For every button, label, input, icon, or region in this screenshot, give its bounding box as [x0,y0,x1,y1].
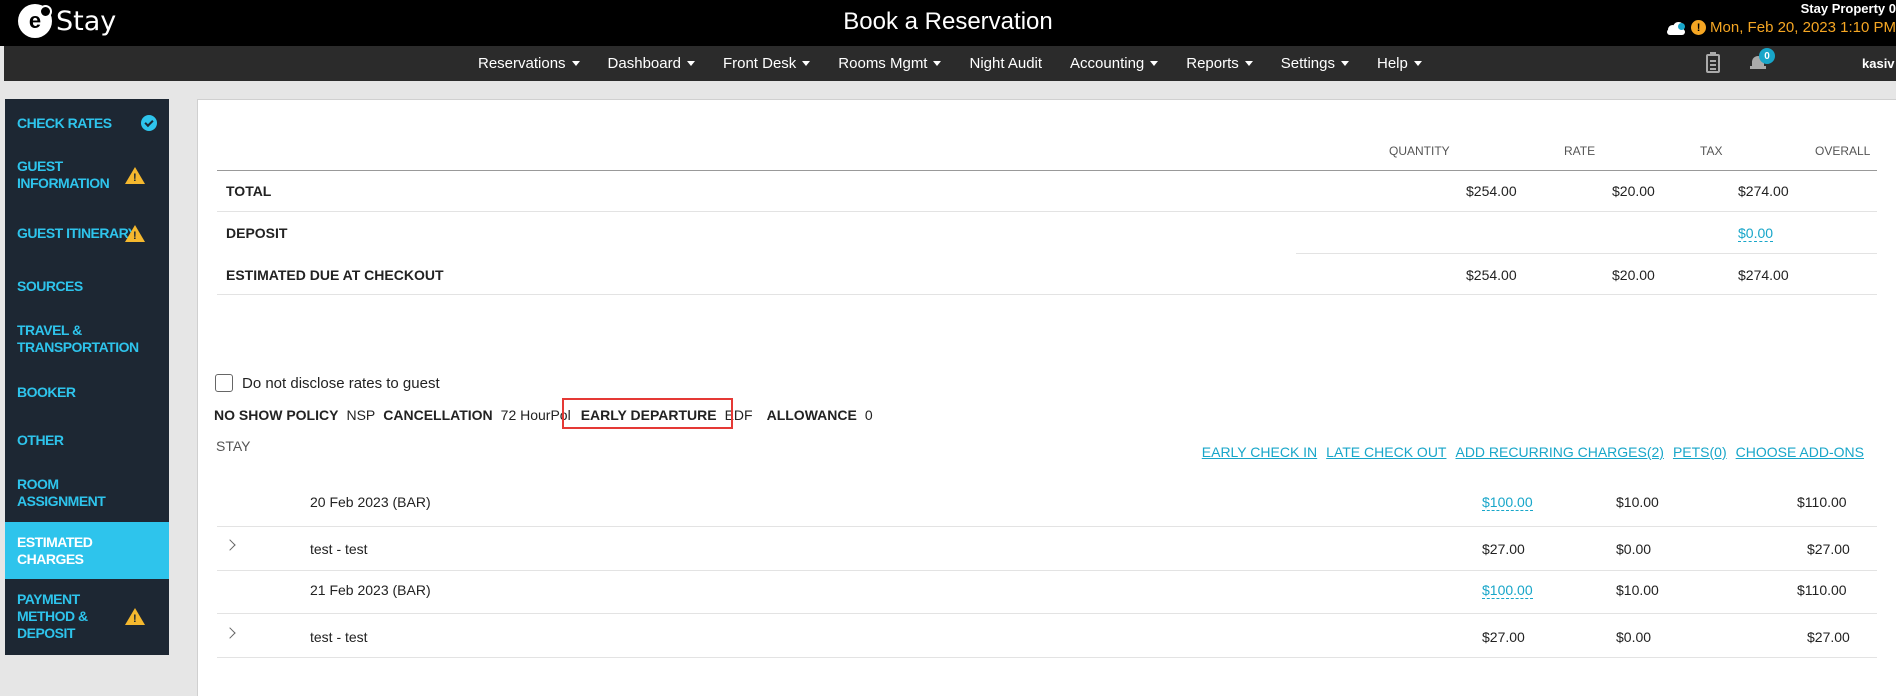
nav-reservations[interactable]: Reservations [478,55,580,72]
column-header-overall: OVERALL [1815,144,1871,158]
caret-down-icon [571,61,580,66]
warning-icon [125,607,145,628]
stay-row-total: $110.00 [1797,582,1847,598]
stay-row-tax: $10.00 [1616,494,1659,510]
disclose-rates-checkbox[interactable] [215,374,233,392]
warning-icon [125,224,145,245]
caret-down-icon [1150,61,1159,66]
caret-down-icon [686,61,695,66]
row-divider [217,294,1877,295]
choose-add-ons-link[interactable]: CHOOSE ADD-ONS [1736,444,1864,460]
stay-row-rate-link[interactable]: $100.00 [1482,494,1533,511]
early-check-in-link[interactable]: EARLY CHECK IN [1202,444,1317,460]
main-nav: Reservations Dashboard Front Desk Rooms … [4,46,1896,81]
weather-cloud-icon [1665,21,1687,35]
sidebar-item-travel-transportation[interactable]: TRAVEL & TRANSPORTATION [5,315,169,363]
booking-steps-sidebar: CHECK RATES GUEST INFORMATION GUEST ITIN… [5,99,169,655]
top-bar: e Stay Book a Reservation Stay Property … [0,0,1896,46]
nav-settings[interactable]: Settings [1281,55,1349,72]
stay-row-tax: $0.00 [1616,541,1652,557]
stay-row-total: $27.00 [1807,541,1850,557]
total-label: TOTAL [226,183,272,199]
header-divider [217,170,1877,171]
date-text: Mon, Feb 20, 2023 1:10 PM [1710,19,1896,36]
sidebar-item-other[interactable]: OTHER [5,423,169,457]
stay-row-total: $110.00 [1797,494,1847,510]
stay-actions: EARLY CHECK IN LATE CHECK OUT ADD RECURR… [1202,444,1864,460]
stay-row-rate-link[interactable]: $100.00 [1482,582,1533,599]
policy-row: NO SHOW POLICY NSP CANCELLATION 72 HourP… [214,405,881,425]
property-name[interactable]: Stay Property 0 [1801,1,1896,16]
estimated-due-label: ESTIMATED DUE AT CHECKOUT [226,267,444,283]
caret-down-icon [1244,61,1253,66]
caret-down-icon [1413,61,1422,66]
cancellation-value: 72 HourPol [500,407,571,423]
sidebar-item-check-rates[interactable]: CHECK RATES [5,99,169,147]
no-show-policy-label: NO SHOW POLICY [214,407,339,423]
check-circle-icon [141,115,157,131]
nav-front-desk[interactable]: Front Desk [723,55,811,72]
sidebar-item-room-assignment[interactable]: ROOM ASSIGNMENT [5,469,169,517]
allowance-label: ALLOWANCE [766,407,857,423]
cancellation-label: CANCELLATION [383,407,493,423]
nav-reports[interactable]: Reports [1186,55,1253,72]
stay-row-tax: $10.00 [1616,582,1659,598]
caret-down-icon [933,61,942,66]
user-menu[interactable]: kasiv [1862,56,1895,71]
sidebar-item-sources[interactable]: SOURCES [5,269,169,303]
caret-down-icon [1340,61,1349,66]
column-header-quantity: QUANTITY [1389,144,1450,158]
row-divider [1296,253,1877,254]
late-check-out-link[interactable]: LATE CHECK OUT [1326,444,1446,460]
warning-icon [125,166,145,187]
nav-rooms-mgmt[interactable]: Rooms Mgmt [838,55,942,72]
total-rate: $254.00 [1466,183,1517,199]
due-tax: $20.00 [1612,267,1655,283]
stay-row-description: 20 Feb 2023 (BAR) [310,494,431,510]
nav-accounting[interactable]: Accounting [1070,55,1159,72]
stay-row-rate: $27.00 [1482,541,1525,557]
stay-row-tax: $0.00 [1616,629,1652,645]
due-overall: $274.00 [1738,267,1789,283]
no-show-policy-value: NSP [346,407,376,423]
stay-row-rate: $27.00 [1482,629,1525,645]
caret-down-icon [802,61,811,66]
row-divider [217,613,1877,614]
row-divider [217,526,1877,527]
nav-dashboard[interactable]: Dashboard [608,55,695,72]
early-departure-highlight [562,398,733,429]
column-header-tax: TAX [1700,144,1723,158]
deposit-amount-link[interactable]: $0.00 [1738,225,1774,242]
notification-count-badge: 0 [1759,48,1775,64]
nav-night-audit[interactable]: Night Audit [969,55,1042,72]
row-divider [217,570,1877,571]
total-tax: $20.00 [1612,183,1655,199]
pets-link[interactable]: PETS(0) [1673,444,1727,460]
alert-icon[interactable]: ! [1691,20,1707,35]
stay-row-description: 21 Feb 2023 (BAR) [310,582,431,598]
nav-help[interactable]: Help [1377,55,1422,72]
row-divider [217,657,1877,658]
column-header-rate: RATE [1564,144,1596,158]
stay-row-total: $27.00 [1807,629,1850,645]
disclose-rates-label: Do not disclose rates to guest [242,375,440,392]
stay-row-description: test - test [310,629,368,645]
clipboard-icon[interactable] [1706,52,1720,73]
page-title: Book a Reservation [843,8,1053,35]
sidebar-item-estimated-charges[interactable]: ESTIMATED CHARGES [5,522,169,579]
stay-section-label: STAY [216,438,251,454]
total-overall: $274.00 [1738,183,1789,199]
row-divider [217,211,1877,212]
stay-row-description: test - test [310,541,368,557]
allowance-value: 0 [864,407,873,423]
sidebar-item-payment-method-deposit[interactable]: PAYMENT METHOD & DEPOSIT [5,585,169,647]
deposit-label: DEPOSIT [226,225,288,241]
business-date: ! Mon, Feb 20, 2023 1:10 PM [1665,19,1896,36]
sidebar-item-booker[interactable]: BOOKER [5,375,169,409]
add-recurring-charges-link[interactable]: ADD RECURRING CHARGES(2) [1455,444,1663,460]
sidebar-item-guest-information[interactable]: GUEST INFORMATION [5,151,169,199]
sidebar-item-guest-itinerary[interactable]: GUEST ITINERARY [5,209,169,257]
due-rate: $254.00 [1466,267,1517,283]
